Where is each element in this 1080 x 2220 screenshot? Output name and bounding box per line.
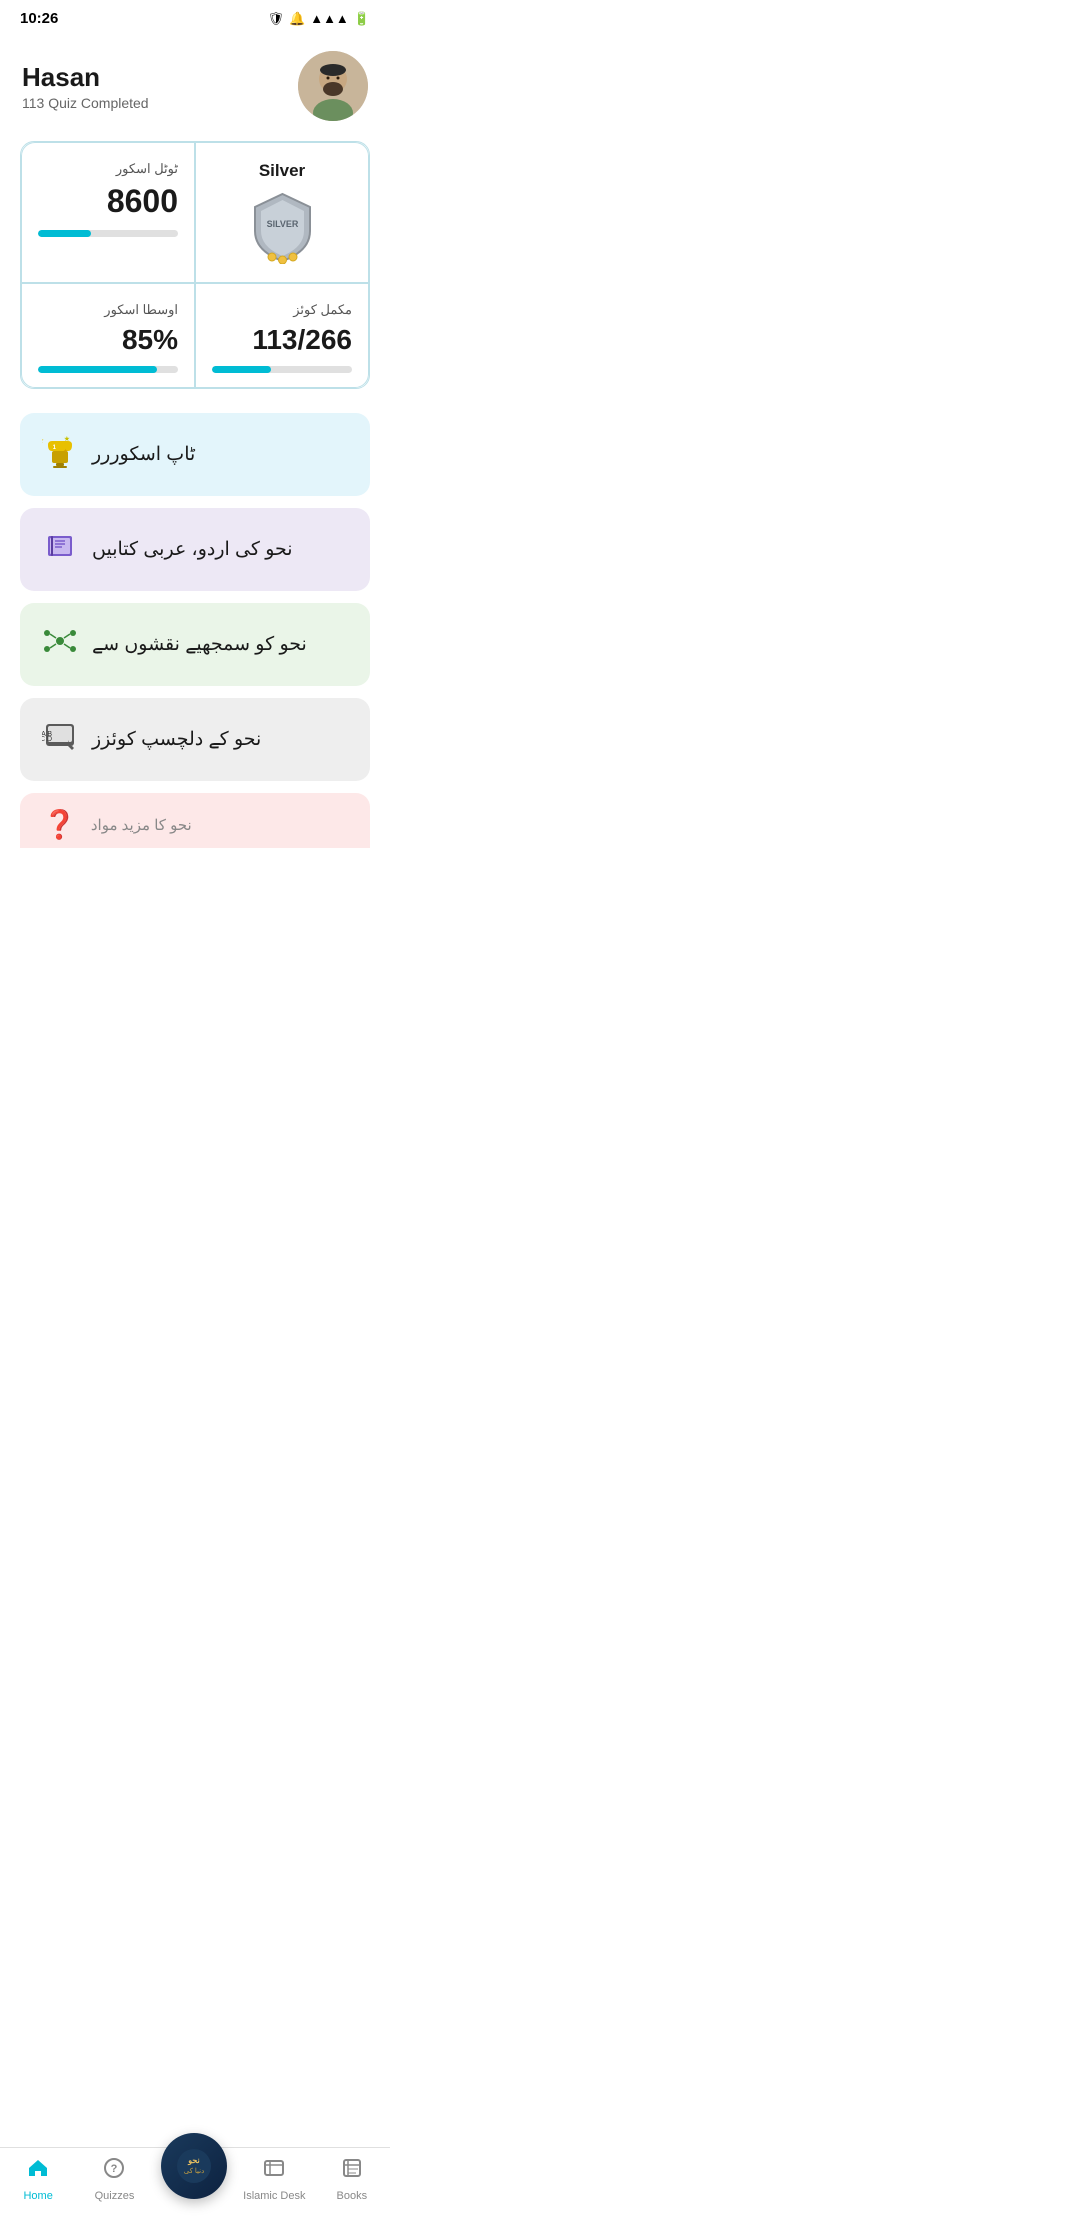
avatar xyxy=(298,51,368,121)
quizzes-nav-label: Quizzes xyxy=(95,2190,135,2202)
nav-islamic-desk[interactable]: Islamic Desk xyxy=(243,2156,305,2202)
completed-value: 113/266 xyxy=(212,324,352,356)
books-nav-label: Books xyxy=(337,2190,368,2202)
total-score-progress xyxy=(38,230,178,237)
books-label: نحو کی اردو، عربی کتابیں xyxy=(92,538,293,561)
total-score-fill xyxy=(38,230,91,237)
books-nav-icon xyxy=(340,2156,364,2186)
islamic-desk-label: Islamic Desk xyxy=(243,2190,305,2202)
quizzes-nav-icon: ? xyxy=(102,2156,126,2186)
svg-text:C D: C D xyxy=(42,736,52,743)
completed-quizzes-cell: مکمل کوئز 113/266 xyxy=(195,283,369,388)
bottom-nav: Home ? Quizzes نحو دنیا کی xyxy=(0,2147,390,2220)
avatar-image xyxy=(298,51,368,121)
silver-label: Silver xyxy=(259,161,305,181)
top-scorers-label: ٹاپ اسکوررر xyxy=(92,443,195,466)
partial-label: نحو کا مزید مواد xyxy=(91,816,192,834)
signal-icon: ▲▲▲ xyxy=(310,11,349,26)
nav-home[interactable]: Home xyxy=(8,2156,68,2202)
avg-score-progress xyxy=(38,366,178,373)
diagrams-card[interactable]: نحو کو سمجھیے نقشوں سے xyxy=(20,603,370,686)
shield-icon: 🛡 xyxy=(268,11,285,27)
stats-grid: ٹوٹل اسکور 8600 Silver SILVER اوسطا اسکو… xyxy=(20,141,370,389)
total-score-label: ٹوٹل اسکور xyxy=(38,161,178,177)
islamic-desk-icon xyxy=(262,2156,286,2186)
books-icon xyxy=(42,528,78,571)
nav-center-button[interactable]: نحو دنیا کی xyxy=(161,2133,227,2199)
center-button-inner: نحو دنیا کی xyxy=(175,2147,213,2185)
home-label: Home xyxy=(23,2190,52,2202)
avg-score-fill xyxy=(38,366,157,373)
svg-text:?: ? xyxy=(111,2163,118,2175)
completed-progress xyxy=(212,366,352,373)
partial-card[interactable]: نحو کا مزید مواد ❓ xyxy=(20,793,370,848)
svg-text:★: ★ xyxy=(42,436,44,445)
partial-icon: ❓ xyxy=(42,808,77,841)
silver-badge-cell: Silver SILVER xyxy=(195,142,369,283)
battery-icon: 🔋 xyxy=(354,11,370,27)
nav-books[interactable]: Books xyxy=(322,2156,382,2202)
quizzes-icon: A B C D xyxy=(42,718,78,761)
avg-score-cell: اوسطا اسکور 85% xyxy=(21,283,195,388)
home-icon xyxy=(26,2156,50,2186)
completed-fill xyxy=(212,366,271,373)
status-time: 10:26 xyxy=(20,10,58,27)
diagrams-label: نحو کو سمجھیے نقشوں سے xyxy=(92,633,307,656)
status-bar: 10:26 🛡 🔔 ▲▲▲ 🔋 xyxy=(0,0,390,35)
total-score-cell: ٹوٹل اسکور 8600 xyxy=(21,142,195,283)
top-scorers-icon: ★ ★ ✦ 1 xyxy=(42,433,78,476)
quizzes-label: نحو کے دلچسپ کوئزز xyxy=(92,728,261,751)
avg-score-label: اوسطا اسکور xyxy=(38,302,178,318)
diagrams-icon xyxy=(42,623,78,666)
total-score-value: 8600 xyxy=(38,183,178,220)
quizzes-card[interactable]: نحو کے دلچسپ کوئزز A B C D xyxy=(20,698,370,781)
header: Hasan 113 Quiz Completed xyxy=(0,35,390,141)
quiz-count: 113 Quiz Completed xyxy=(22,95,149,111)
svg-text:★: ★ xyxy=(64,435,70,443)
nahw-dunya-logo: نحو دنیا کی xyxy=(175,2147,213,2185)
header-text: Hasan 113 Quiz Completed xyxy=(22,62,149,111)
username: Hasan xyxy=(22,62,149,93)
books-card[interactable]: نحو کی اردو، عربی کتابیں xyxy=(20,508,370,591)
silver-badge-icon: SILVER xyxy=(250,189,315,264)
svg-text:✦: ✦ xyxy=(63,448,68,455)
avg-score-value: 85% xyxy=(38,324,178,356)
silver-badge-svg: SILVER xyxy=(250,189,315,264)
svg-text:نحو: نحو xyxy=(187,2156,200,2166)
notification-icon: 🔔 xyxy=(289,11,305,27)
svg-text:دنیا کی: دنیا کی xyxy=(184,2167,204,2175)
completed-label: مکمل کوئز xyxy=(212,302,352,318)
status-icons: 🛡 🔔 ▲▲▲ 🔋 xyxy=(268,11,371,27)
menu-section: ٹاپ اسکوررر ★ ★ ✦ 1 نحو کی اردو، عربی کت… xyxy=(20,413,370,848)
svg-text:SILVER: SILVER xyxy=(266,219,298,229)
nav-quizzes[interactable]: ? Quizzes xyxy=(84,2156,144,2202)
top-scorers-card[interactable]: ٹاپ اسکوررر ★ ★ ✦ 1 xyxy=(20,413,370,496)
